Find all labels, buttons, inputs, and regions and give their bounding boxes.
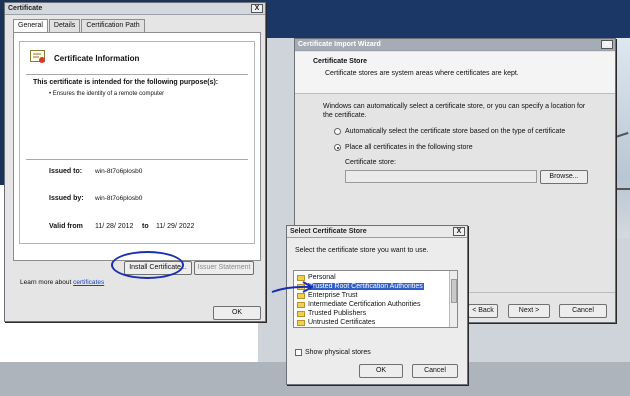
certificate-store-tree[interactable]: Personal Trusted Root Certification Auth…	[293, 270, 458, 328]
desktop-background-top	[258, 0, 630, 38]
show-physical-checkbox[interactable]	[295, 349, 302, 356]
select-store-cancel-button[interactable]: Cancel	[412, 364, 458, 378]
back-button[interactable]: < Back	[468, 304, 498, 318]
certificate-titlebar: Certificate X	[5, 3, 265, 15]
info-heading: Certificate Information	[54, 54, 140, 63]
tree-scrollbar[interactable]	[449, 271, 457, 327]
issued-to-value: win-8t7o6plosb0	[95, 168, 143, 175]
issuer-statement-button[interactable]: Issuer Statement	[194, 261, 254, 275]
import-wizard-title: Certificate Import Wizard	[298, 41, 381, 48]
radio-automatic[interactable]	[334, 128, 341, 135]
radio-automatic-label: Automatically select the certificate sto…	[345, 128, 566, 135]
wizard-cancel-button[interactable]: Cancel	[559, 304, 607, 318]
certificate-close-button[interactable]: X	[251, 4, 263, 13]
folder-icon	[297, 319, 305, 326]
store-label: Certificate store:	[345, 159, 396, 166]
tree-item-intermediate[interactable]: Intermediate Certification Authorities	[297, 300, 420, 309]
folder-icon	[297, 301, 305, 308]
valid-from-value: 11/ 28/ 2012	[95, 223, 134, 230]
issued-by-value: win-8t7o6plosb0	[95, 195, 143, 202]
wizard-subheading: Certificate stores are system areas wher…	[325, 70, 519, 77]
certificate-info-box: Certificate Information This certificate…	[19, 41, 255, 244]
annotation-circle	[111, 251, 184, 279]
show-physical-label: Show physical stores	[305, 349, 371, 356]
certificate-store-field[interactable]	[345, 170, 537, 183]
wizard-heading: Certificate Store	[313, 58, 368, 65]
issued-divider	[26, 159, 248, 160]
learn-more: Learn more about certificates	[20, 279, 104, 286]
radio-place-all-label: Place all certificates in the following …	[345, 144, 473, 151]
wizard-description: Windows can automatically select a certi…	[323, 103, 586, 119]
certificate-ok-button[interactable]: OK	[213, 306, 261, 320]
radio-place-all[interactable]	[334, 144, 341, 151]
import-wizard-titlebar: Certificate Import Wizard X	[295, 39, 615, 51]
annotation-arrow	[271, 281, 315, 293]
certificate-tabs: General Details Certification Path	[13, 19, 146, 32]
certificate-icon	[30, 50, 45, 63]
certificate-title: Certificate	[8, 5, 43, 12]
select-store-titlebar: Select Certificate Store X	[287, 226, 467, 238]
next-button[interactable]: Next >	[508, 304, 550, 318]
select-store-prompt: Select the certificate store you want to…	[295, 247, 429, 254]
valid-to-label: to	[142, 223, 149, 230]
browse-button[interactable]: Browse...	[540, 170, 588, 184]
tree-scroll-thumb[interactable]	[451, 279, 457, 303]
learn-more-text: Learn more about	[20, 279, 74, 286]
tree-item-untrusted[interactable]: Untrusted Certificates	[297, 318, 375, 327]
valid-to-value: 11/ 29/ 2022	[156, 223, 195, 230]
tab-details[interactable]: Details	[48, 19, 81, 32]
select-store-title: Select Certificate Store	[290, 228, 367, 235]
certificates-link[interactable]: certificates	[73, 279, 104, 286]
import-wizard-close-button[interactable]: X	[601, 40, 613, 49]
wizard-header: Certificate Store Certificate stores are…	[295, 52, 615, 94]
issued-by-label: Issued by:	[49, 195, 84, 202]
valid-from-label: Valid from	[49, 223, 83, 230]
select-store-ok-button[interactable]: OK	[359, 364, 403, 378]
tab-certification-path[interactable]: Certification Path	[81, 19, 145, 32]
general-tab-panel: Certificate Information This certificate…	[13, 32, 261, 275]
purpose-item: • Ensures the identity of a remote compu…	[49, 91, 165, 97]
issued-to-label: Issued to:	[49, 168, 83, 175]
folder-icon	[297, 310, 305, 317]
tree-item-trusted-publishers[interactable]: Trusted Publishers	[297, 309, 366, 318]
select-store-close-button[interactable]: X	[453, 227, 465, 236]
purpose-heading: This certificate is intended for the fol…	[33, 79, 219, 86]
tab-general[interactable]: General	[13, 19, 48, 32]
info-divider	[26, 74, 248, 75]
